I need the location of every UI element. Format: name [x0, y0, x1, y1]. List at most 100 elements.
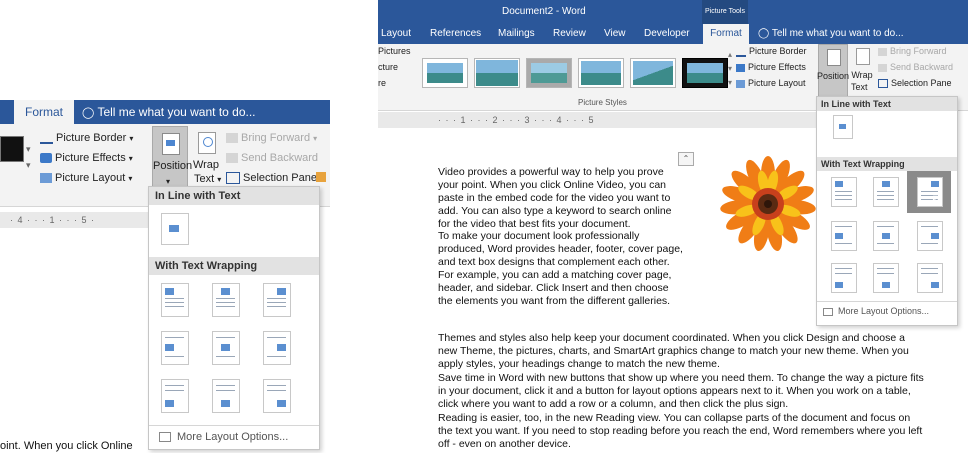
- picture-layout-label: Picture Layout: [748, 78, 806, 88]
- title-bar: Document2 - Word Picture Tools: [378, 0, 968, 24]
- position-bottom-right[interactable]: [263, 379, 291, 413]
- wrap-text-button[interactable]: Wrap Text ▾: [190, 126, 222, 192]
- tab-developer[interactable]: Developer: [644, 24, 690, 44]
- flower-image[interactable]: [720, 156, 816, 252]
- picture-layout-button[interactable]: Picture Layout ▾: [40, 170, 132, 187]
- position-gallery: In Line with Text With Text Wrapping Mor…: [148, 186, 320, 450]
- more-layout-options[interactable]: More Layout Options...: [159, 431, 288, 443]
- picture-effects-label: Picture Effects: [748, 62, 806, 72]
- bring-forward-button[interactable]: Bring Forward ▾: [226, 130, 317, 147]
- position-button[interactable]: Position ▾: [152, 126, 192, 194]
- position-inline[interactable]: [161, 213, 189, 245]
- send-backward-button[interactable]: Send Backward: [226, 150, 318, 166]
- position-middle-center[interactable]: [873, 221, 899, 251]
- tab-format[interactable]: Format: [703, 24, 749, 44]
- dropdown-icon: ▾: [217, 175, 222, 184]
- pen-icon: [736, 47, 746, 57]
- selection-pane-button[interactable]: Selection Pane: [226, 170, 317, 186]
- position-inline[interactable]: [833, 115, 853, 139]
- tab-references[interactable]: References: [430, 24, 481, 44]
- gallery-more-icon[interactable]: ▾: [728, 78, 732, 87]
- layout-options-icon: [159, 432, 171, 443]
- word-window: Document2 - Word Picture Tools Layout Re…: [378, 0, 968, 453]
- send-backward-button[interactable]: Send Backward: [878, 60, 953, 74]
- picture-layout-button[interactable]: Picture Layout: [736, 76, 806, 90]
- picture-style-5[interactable]: [630, 58, 676, 88]
- picture-effects-button[interactable]: Picture Effects: [736, 60, 806, 74]
- document-paragraph-3: Themes and styles also help keep your do…: [438, 332, 909, 370]
- with-text-wrapping-header: With Text Wrapping: [149, 257, 319, 275]
- position-top-right[interactable]: [263, 283, 291, 317]
- position-middle-right[interactable]: [917, 221, 943, 251]
- position-bottom-left[interactable]: [831, 263, 857, 293]
- picture-style-2[interactable]: [474, 58, 520, 88]
- with-text-wrapping-header: With Text Wrapping: [817, 157, 957, 171]
- selection-pane-button[interactable]: Selection Pane: [878, 76, 952, 90]
- position-top-right-selected[interactable]: ⬁: [907, 171, 951, 213]
- picture-style-1[interactable]: [422, 58, 468, 88]
- tab-format[interactable]: Format: [14, 100, 75, 124]
- picture-style-thumb[interactable]: [0, 136, 24, 162]
- layout-icon: [736, 79, 745, 88]
- wrap-icon: [198, 132, 216, 154]
- selection-pane-label: Selection Pane: [243, 172, 317, 184]
- lightbulb-icon: ◯: [758, 28, 770, 39]
- picture-layout-label: Picture Layout: [55, 172, 126, 184]
- position-top-left[interactable]: [161, 283, 189, 317]
- position-label: Position: [817, 71, 850, 81]
- send-backward-icon: [226, 153, 238, 164]
- text-label: Text: [194, 173, 215, 185]
- picture-tools-context: Picture Tools: [702, 0, 748, 24]
- selection-pane-label: Selection Pane: [891, 78, 952, 88]
- position-bottom-right[interactable]: [917, 263, 943, 293]
- ribbon-left-partial-2[interactable]: cture: [378, 62, 398, 72]
- window-title: Document2 - Word: [502, 6, 586, 17]
- picture-border-button[interactable]: Picture Border ▾: [40, 130, 133, 147]
- tab-layout[interactable]: Layout: [381, 24, 411, 44]
- picture-border-button[interactable]: Picture Border: [736, 44, 807, 58]
- bring-forward-label: Bring Forward: [241, 132, 311, 144]
- position-middle-left[interactable]: [831, 221, 857, 251]
- document-paragraph-2: To make your document look professionall…: [438, 230, 683, 307]
- gallery-divider: [149, 425, 319, 426]
- tab-review[interactable]: Review: [553, 24, 586, 44]
- gallery-scroll-down-icon[interactable]: ▾: [728, 64, 732, 73]
- document-paragraph-4: Save time in Word with new buttons that …: [438, 372, 924, 410]
- tab-mailings[interactable]: Mailings: [498, 24, 535, 44]
- align-icon[interactable]: [316, 172, 326, 182]
- gallery-scroll-icon[interactable]: ▾: [26, 144, 31, 155]
- tell-me-search[interactable]: ◯ Tell me what you want to do...: [758, 24, 904, 44]
- ribbon-left-partial-3[interactable]: re: [378, 78, 386, 88]
- wrap-text-button[interactable]: Wrap Text: [850, 44, 874, 98]
- position-bottom-center[interactable]: [212, 379, 240, 413]
- position-middle-center[interactable]: [212, 331, 240, 365]
- position-bottom-left[interactable]: [161, 379, 189, 413]
- dropdown-icon: ▾: [129, 134, 134, 143]
- more-layout-options[interactable]: More Layout Options...: [823, 306, 929, 316]
- gallery-scroll-up-icon[interactable]: ▴: [728, 50, 732, 59]
- zoomed-ribbon-panel: Format ◯ Tell me what you want to do... …: [0, 100, 330, 453]
- position-top-center[interactable]: [212, 283, 240, 317]
- dropdown-icon: ▾: [128, 174, 133, 183]
- picture-style-4[interactable]: [578, 58, 624, 88]
- collapse-heading-icon[interactable]: ⌃: [678, 152, 694, 166]
- ribbon-left-partial-1[interactable]: Pictures: [378, 46, 411, 56]
- position-bottom-center[interactable]: [873, 263, 899, 293]
- position-top-center[interactable]: [873, 177, 899, 207]
- gallery-more-icon[interactable]: ▾: [26, 160, 31, 171]
- position-top-left[interactable]: [831, 177, 857, 207]
- position-middle-right[interactable]: [263, 331, 291, 365]
- position-button[interactable]: Position: [817, 44, 850, 100]
- bring-forward-icon: [878, 47, 887, 56]
- tell-me-search[interactable]: ◯ Tell me what you want to do...: [82, 100, 256, 124]
- mouse-cursor-icon: ⬁: [931, 191, 943, 207]
- dropdown-icon: ▾: [128, 154, 133, 163]
- tab-view[interactable]: View: [604, 24, 626, 44]
- picture-effects-button[interactable]: Picture Effects ▾: [40, 150, 133, 167]
- picture-border-label: Picture Border: [749, 46, 807, 56]
- position-middle-left[interactable]: [161, 331, 189, 365]
- bring-forward-button[interactable]: Bring Forward: [878, 44, 947, 58]
- horizontal-ruler: · 4 · · · 1 · · · 5 ·: [0, 212, 160, 228]
- picture-style-3[interactable]: [526, 58, 572, 88]
- picture-style-6[interactable]: [682, 58, 728, 88]
